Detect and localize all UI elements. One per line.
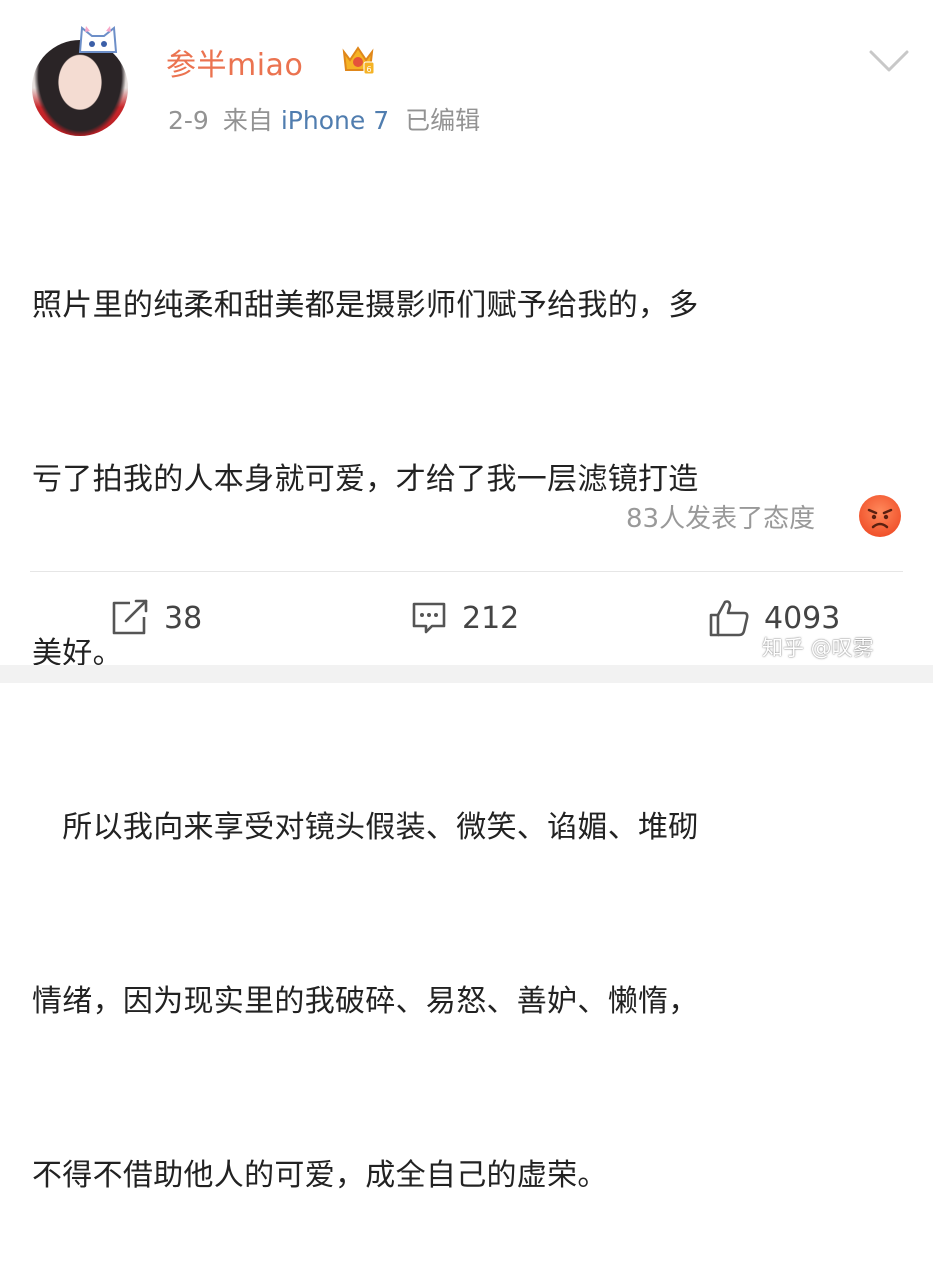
comment-icon <box>412 602 446 634</box>
chevron-down-icon[interactable] <box>868 48 910 74</box>
comment-count: 212 <box>462 600 520 636</box>
actions-divider <box>30 571 903 572</box>
post-line: 照片里的纯柔和甜美都是摄影师们赋予给我的，多 <box>32 288 699 323</box>
post-date: 2-9 <box>168 106 209 135</box>
angry-face-icon[interactable] <box>858 494 902 538</box>
repost-icon <box>112 599 148 635</box>
attitude-count[interactable]: 83人发表了态度 <box>626 498 815 535</box>
like-icon <box>709 600 749 637</box>
post-line: 不得不借助他人的可爱，成全自己的虚荣。 <box>32 1158 608 1193</box>
cat-ears-icon <box>78 26 118 53</box>
edited-label[interactable]: 已编辑 <box>405 106 480 135</box>
post-meta: 2-9 来自 iPhone 7 已编辑 <box>168 101 480 137</box>
svg-text:6: 6 <box>366 65 371 74</box>
repost-count: 38 <box>164 600 203 636</box>
crown-badge-icon: 6 <box>342 46 375 75</box>
comment-button[interactable]: 212 <box>410 598 519 638</box>
bottom-bar <box>0 665 933 683</box>
post-line: 情绪，因为现实里的我破碎、易怒、善妒、懒惰， <box>32 984 699 1019</box>
post-line: 所以我向来享受对镜头假装、微笑、谄媚、堆砌 <box>32 810 699 845</box>
source-prefix: 来自 <box>222 106 273 135</box>
like-count: 4093 <box>764 600 841 636</box>
author-name[interactable]: 参半miao <box>166 40 303 84</box>
author-avatar[interactable] <box>26 22 138 140</box>
watermark: 知乎 @叹雾 <box>762 636 874 660</box>
device-link[interactable]: iPhone 7 <box>281 106 389 135</box>
post-body: 照片里的纯柔和甜美都是摄影师们赋予给我的，多 亏了拍我的人本身就可爱，才给了我一… <box>32 161 912 1263</box>
repost-button[interactable]: 38 <box>110 598 202 638</box>
